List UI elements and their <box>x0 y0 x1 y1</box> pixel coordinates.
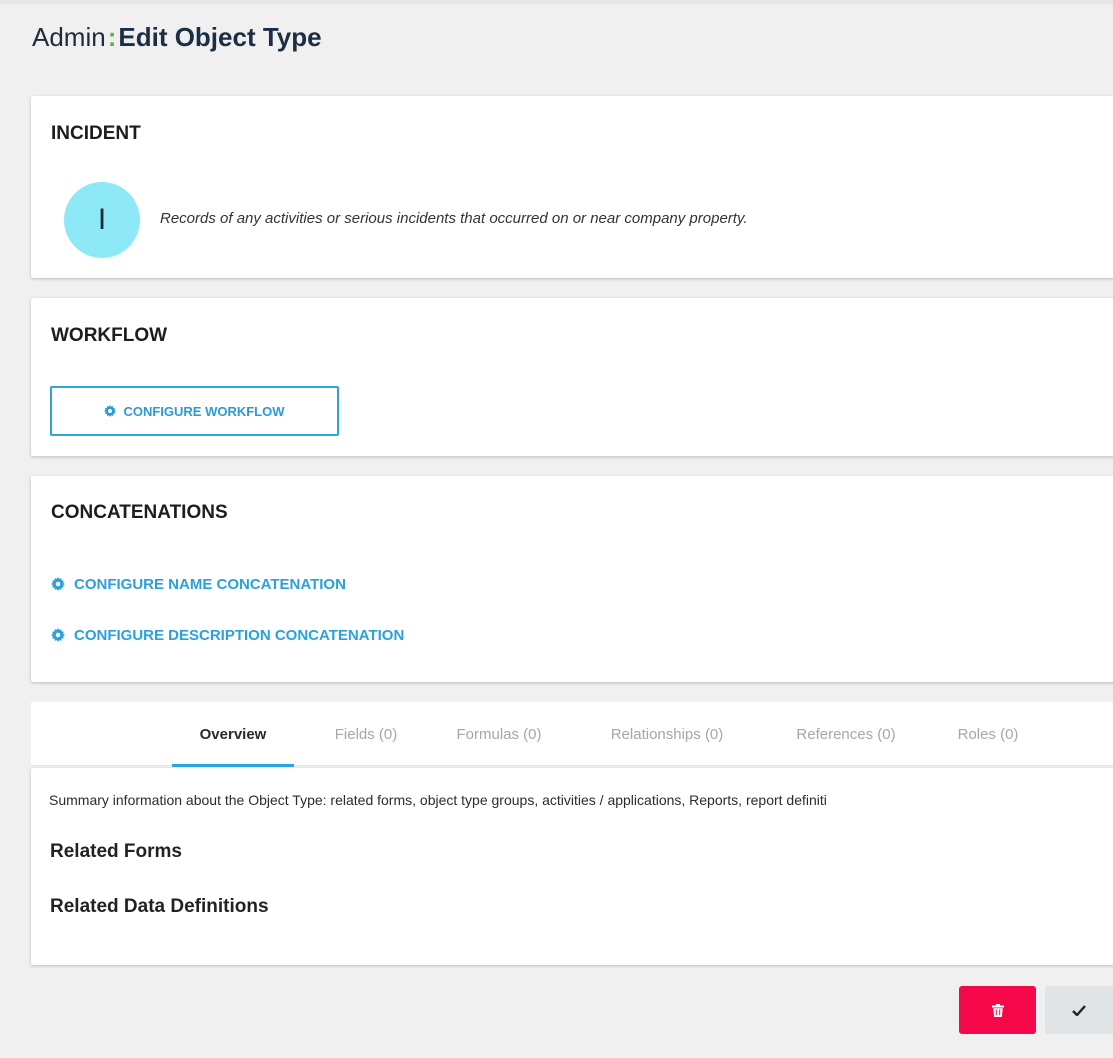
tab-overview[interactable]: Overview <box>172 702 294 767</box>
gear-icon <box>51 577 65 591</box>
concatenations-card: CONCATENATIONS CONFIGURE NAME CONCATENAT… <box>31 476 1113 682</box>
overview-panel: Summary information about the Object Typ… <box>31 768 1113 965</box>
configure-workflow-button[interactable]: CONFIGURE WORKFLOW <box>50 386 339 436</box>
page-title-separator: : <box>107 22 117 52</box>
gear-icon <box>104 405 117 417</box>
tab-formulas[interactable]: Formulas (0) <box>439 702 559 766</box>
gear-icon <box>51 628 65 642</box>
workflow-title: WORKFLOW <box>51 325 168 346</box>
object-type-avatar: I <box>64 182 140 258</box>
overview-summary: Summary information about the Object Typ… <box>49 792 827 808</box>
trash-icon <box>991 1003 1004 1017</box>
tab-roles[interactable]: Roles (0) <box>943 702 1033 766</box>
check-icon <box>1072 1004 1086 1016</box>
page-title-main: Edit Object Type <box>118 22 322 52</box>
configure-name-concatenation-link[interactable]: CONFIGURE NAME CONCATENATION <box>51 576 346 593</box>
top-border <box>0 0 1113 4</box>
incident-card: INCIDENT I Records of any activities or … <box>31 96 1113 278</box>
tab-fields[interactable]: Fields (0) <box>315 702 417 766</box>
workflow-card: WORKFLOW CONFIGURE WORKFLOW <box>31 298 1113 456</box>
page-title: Admin:Edit Object Type <box>32 22 322 53</box>
incident-description: Records of any activities or serious inc… <box>160 210 748 227</box>
tab-bar: Overview Fields (0) Formulas (0) Relatio… <box>31 702 1113 767</box>
tab-relationships[interactable]: Relationships (0) <box>586 702 748 766</box>
related-forms-heading: Related Forms <box>50 841 182 862</box>
configure-description-concatenation-label: CONFIGURE DESCRIPTION CONCATENATION <box>74 627 405 644</box>
tab-references[interactable]: References (0) <box>776 702 916 766</box>
configure-name-concatenation-label: CONFIGURE NAME CONCATENATION <box>74 576 346 593</box>
configure-workflow-label: CONFIGURE WORKFLOW <box>123 403 285 419</box>
save-button[interactable] <box>1045 986 1113 1034</box>
delete-button[interactable] <box>959 986 1036 1034</box>
configure-description-concatenation-link[interactable]: CONFIGURE DESCRIPTION CONCATENATION <box>51 627 404 644</box>
concatenations-title: CONCATENATIONS <box>51 502 228 523</box>
related-data-definitions-heading: Related Data Definitions <box>50 896 269 917</box>
page-title-prefix: Admin <box>32 22 106 52</box>
incident-title: INCIDENT <box>51 123 141 144</box>
avatar-letter: I <box>97 203 107 236</box>
